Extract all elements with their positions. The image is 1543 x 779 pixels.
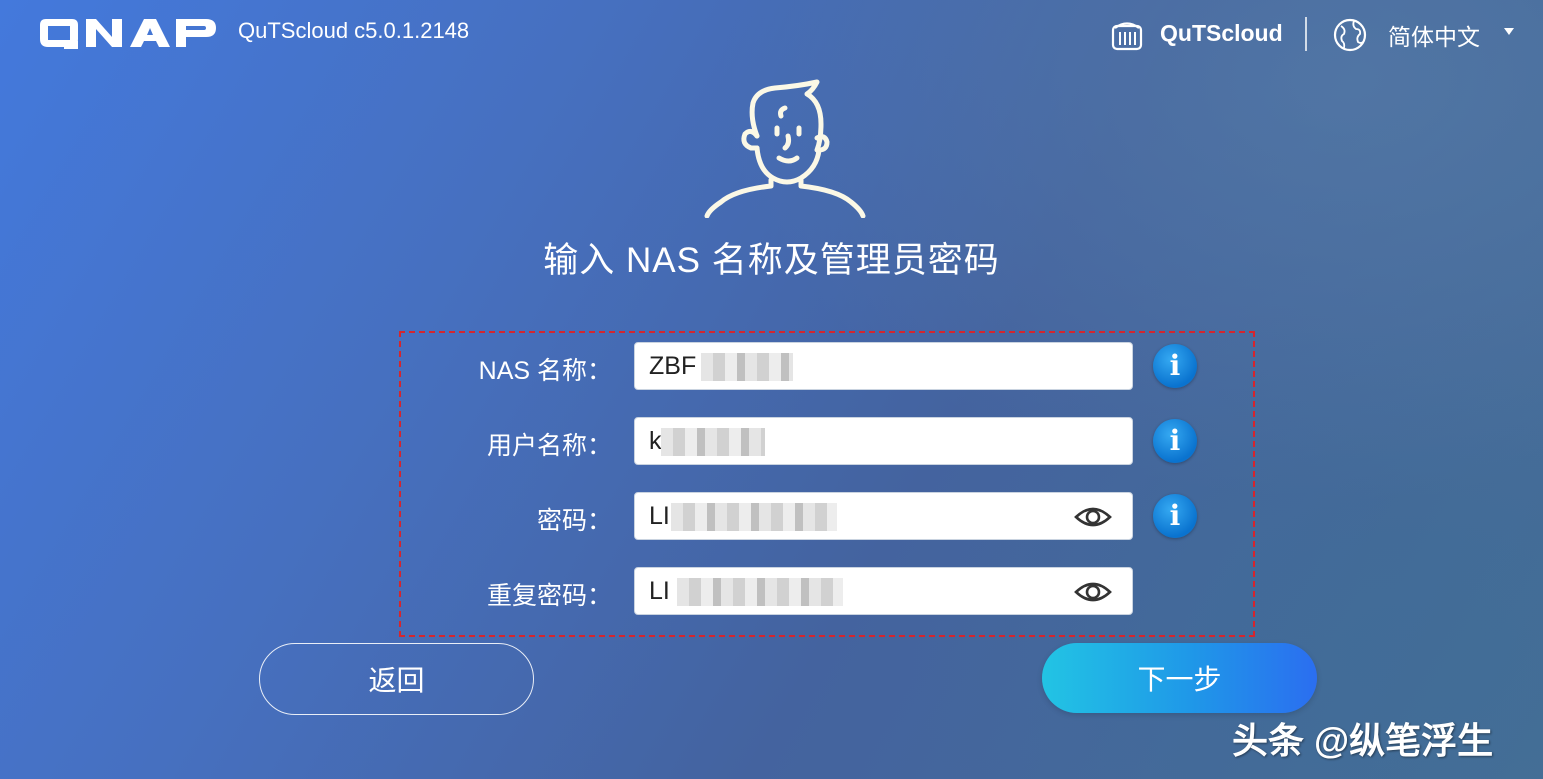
redaction-mosaic xyxy=(661,428,765,456)
page-title: 输入 NAS 名称及管理员密码 xyxy=(543,241,1000,280)
back-button[interactable]: 返回 xyxy=(259,643,534,715)
header-divider xyxy=(1305,17,1307,51)
redaction-mosaic xyxy=(677,578,843,606)
brand-name: QuTScloud xyxy=(1160,20,1283,46)
user-illustration xyxy=(704,79,866,218)
username-field[interactable] xyxy=(634,417,1133,465)
globe-icon[interactable] xyxy=(1332,17,1368,53)
app-version: QuTScloud c5.0.1.2148 xyxy=(238,18,470,43)
redaction-mosaic xyxy=(671,503,837,531)
confirm-password-label: 重复密码： xyxy=(486,582,612,610)
password-row: 密码： i xyxy=(401,492,1257,540)
username-row: 用户名称： i xyxy=(401,417,1257,465)
chevron-down-icon[interactable] xyxy=(1504,28,1514,35)
qnap-logo xyxy=(40,19,216,49)
eye-icon[interactable] xyxy=(1074,503,1112,531)
top-bar: QuTScloud c5.0.1.2148 QuTScloud 简体中文 xyxy=(0,0,1543,70)
username-label: 用户名称： xyxy=(486,432,612,460)
info-icon[interactable]: i xyxy=(1153,419,1197,463)
watermark: 头条 @纵笔浮生 xyxy=(1232,720,1494,761)
password-field[interactable] xyxy=(634,492,1133,540)
confirm-password-field[interactable] xyxy=(634,567,1133,615)
credentials-form: NAS 名称： i 用户名称： i 密码： i 重复密码： xyxy=(399,331,1255,637)
info-icon[interactable]: i xyxy=(1153,494,1197,538)
password-label: 密码： xyxy=(536,507,612,535)
info-icon[interactable]: i xyxy=(1153,344,1197,388)
language-selector[interactable]: 简体中文 xyxy=(1388,18,1480,52)
nas-name-field[interactable] xyxy=(634,342,1133,390)
redaction-mosaic xyxy=(701,353,793,381)
cloud-server-icon xyxy=(1111,22,1143,51)
nas-name-row: NAS 名称： i xyxy=(401,342,1257,390)
eye-icon[interactable] xyxy=(1074,578,1112,606)
confirm-password-row: 重复密码： xyxy=(401,567,1257,615)
nas-name-label: NAS 名称： xyxy=(478,357,612,385)
next-button[interactable]: 下一步 xyxy=(1042,643,1317,713)
